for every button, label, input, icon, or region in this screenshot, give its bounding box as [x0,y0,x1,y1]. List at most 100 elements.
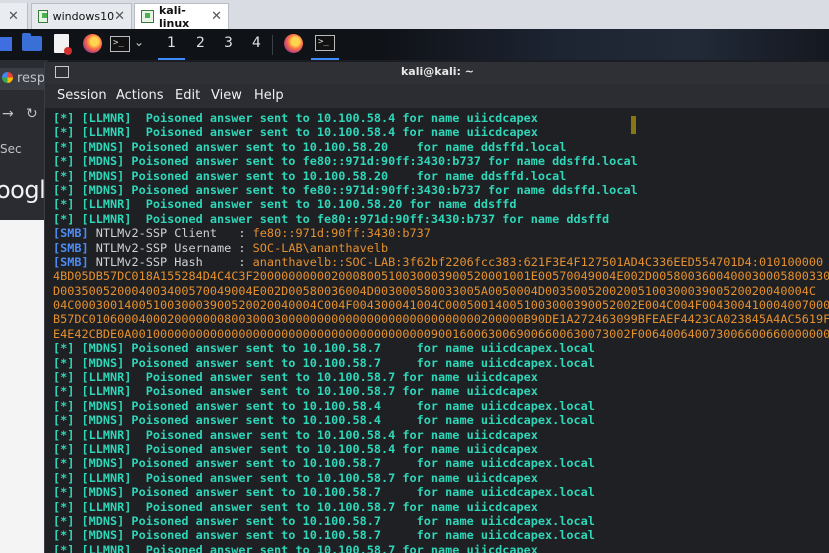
forward-icon[interactable]: → [2,106,14,122]
terminal-text-segment: [*] [LLMNR] Poisoned answer sent to 10.1… [53,125,538,140]
text-editor-icon[interactable] [54,34,72,55]
terminal-line: [SMB] NTLMv2-SSP Client : fe80::971d:90f… [53,226,829,240]
terminal-line: [*] [MDNS] Poisoned answer sent to 10.10… [53,356,829,370]
terminal-text-segment: [*] [LLMNR] Poisoned answer sent to 10.1… [53,370,538,385]
terminal-text-segment: [*] [LLMNR] Poisoned answer sent to 10.1… [53,542,538,553]
terminal-text-segment: ananthavelb::SOC-LAB:3f62bf2206fcc383:62… [252,254,824,269]
terminal-text-segment: [SMB] [53,254,89,269]
panel-wallpaper [380,29,829,60]
terminal-line: [*] [LLMNR] Poisoned answer sent to 10.1… [53,384,829,398]
browser-tab[interactable]: resp [0,68,48,90]
terminal-text-segment: [*] [MDNS] Poisoned answer sent to 10.10… [53,513,595,528]
terminal-line: [*] [LLMNR] Poisoned answer sent to 10.1… [53,442,829,456]
file-manager-icon[interactable] [22,33,42,51]
address-bar-text[interactable]: Sec [0,142,22,156]
terminal-line: E4E42CBDE0A00100000000000000000000000000… [53,327,829,341]
terminal-window[interactable]: kali@kali: ~ Session Actions Edit View H… [44,62,829,553]
browser-tab-label: resp [17,71,46,86]
terminal-line: [*] [MDNS] Poisoned answer sent to 10.10… [53,413,829,427]
reload-icon[interactable]: ↻ [26,106,38,122]
terminal-text-segment: [*] [MDNS] Poisoned answer sent to 10.10… [53,139,567,154]
terminal-text-segment: [*] [LLMNR] Poisoned answer sent to 10.1… [53,441,538,456]
terminal-line: [*] [LLMNR] Poisoned answer sent to 10.1… [53,543,829,553]
background-browser-window[interactable]: resp → ↻ Sec oogle [0,60,60,553]
terminal-line: [*] [MDNS] Poisoned answer sent to 10.10… [53,456,829,470]
vm-tab-label: kali-linux [158,3,190,30]
terminal-line: [*] [MDNS] Poisoned answer sent to 10.10… [53,514,829,528]
vm-tab-previous[interactable]: ✕ [0,3,28,29]
terminal-line: [*] [MDNS] Poisoned answer sent to 10.10… [53,399,829,413]
terminal-text-segment: [*] [MDNS] Poisoned answer sent to 10.10… [53,528,595,543]
terminal-text-segment: [*] [MDNS] Poisoned answer sent to fe80:… [53,154,638,169]
terminal-text-segment: D003500520004003400570049004E002D0058003… [53,283,816,298]
browser-content [0,220,48,553]
menu-session[interactable]: Session [57,88,107,103]
menu-edit[interactable]: Edit [175,88,200,103]
close-icon[interactable]: ✕ [8,9,19,24]
terminal-line: [*] [LLMNR] Poisoned answer sent to 10.1… [53,111,829,125]
show-desktop-icon[interactable] [0,37,12,51]
terminal-text-segment: NTLMv2-SSP Hash : [88,254,253,269]
terminal-line: [*] [LLMNR] Poisoned answer sent to 10.1… [53,471,829,485]
terminal-line: [*] [MDNS] Poisoned answer sent to 10.10… [53,341,829,355]
firefox-icon[interactable] [83,34,102,53]
terminal-text-segment: NTLMv2-SSP Client : [88,226,253,241]
terminal-text-segment: SOC-LAB\ananthavelb [252,240,389,255]
vm-tab-windows10[interactable]: windows10 ✕ [31,3,132,29]
terminal-text-segment: E4E42CBDE0A00100000000000000000000000000… [53,326,829,341]
terminal-text-segment: [*] [MDNS] Poisoned answer sent to 10.10… [53,398,595,413]
terminal-line: [*] [LLMNR] Poisoned answer sent to 10.1… [53,125,829,139]
workspace-1[interactable]: 1 [158,29,185,60]
terminal-text-segment: [*] [LLMNR] Poisoned answer sent to fe80… [53,211,610,226]
terminal-line: 04C0003001400510030003900520020040004C00… [53,298,829,312]
terminal-text-segment: [*] [LLMNR] Poisoned answer sent to 10.1… [53,384,538,399]
terminal-text-segment: fe80::971d:90ff:3430:b737 [252,226,431,241]
terminal-titlebar[interactable]: kali@kali: ~ [45,62,829,84]
terminal-text-segment: [SMB] [53,226,89,241]
terminal-line: [SMB] NTLMv2-SSP Hash : ananthavelb::SOC… [53,255,829,269]
terminal-line: [*] [MDNS] Poisoned answer sent to 10.10… [53,169,829,183]
terminal-icon[interactable]: >_ [110,36,130,52]
firefox-task-icon[interactable] [284,34,303,53]
terminal-text-segment: [*] [MDNS] Poisoned answer sent to 10.10… [53,485,595,500]
terminal-text-segment: NTLMv2-SSP Username : [88,240,253,255]
terminal-text-segment: 04C0003001400510030003900520020040004C00… [53,298,829,313]
terminal-text-segment: [*] [MDNS] Poisoned answer sent to 10.10… [53,413,595,428]
terminal-line: [SMB] NTLMv2-SSP Username : SOC-LAB\anan… [53,241,829,255]
terminal-text-segment: [*] [MDNS] Poisoned answer sent to fe80:… [53,182,638,197]
panel-separator [272,35,273,55]
workspace-4[interactable]: 4 [243,29,270,60]
vm-icon [38,10,48,23]
close-icon[interactable]: ✕ [211,9,222,24]
close-icon[interactable]: ✕ [114,9,125,24]
terminal-line: [*] [LLMNR] Poisoned answer sent to fe80… [53,212,829,226]
terminal-text-segment: [SMB] [53,240,89,255]
vm-tab-label: windows10 [52,10,115,23]
chrome-icon [2,72,13,83]
terminal-output[interactable]: [*] [LLMNR] Poisoned answer sent to 10.1… [53,111,829,553]
vm-icon [141,10,154,23]
terminal-text-segment: [*] [MDNS] Poisoned answer sent to 10.10… [53,355,595,370]
terminal-line: [*] [MDNS] Poisoned answer sent to 10.10… [53,140,829,154]
menu-view[interactable]: View [211,88,242,103]
workspace-3[interactable]: 3 [215,29,242,60]
terminal-line: [*] [MDNS] Poisoned answer sent to 10.10… [53,528,829,542]
terminal-line: D003500520004003400570049004E002D0058003… [53,284,829,298]
terminal-line: [*] [LLMNR] Poisoned answer sent to 10.1… [53,197,829,211]
terminal-text-segment: [*] [LLMNR] Poisoned answer sent to 10.1… [53,111,538,125]
terminal-line: [*] [LLMNR] Poisoned answer sent to 10.1… [53,370,829,384]
vm-tab-kali-linux[interactable]: kali-linux ✕ [134,3,229,30]
menu-actions[interactable]: Actions [116,88,164,103]
chevron-down-icon[interactable]: ⌄ [134,35,144,55]
terminal-task[interactable]: >_ [311,29,339,60]
terminal-line: [*] [MDNS] Poisoned answer sent to fe80:… [53,154,829,168]
terminal-text-segment: [*] [MDNS] Poisoned answer sent to 10.10… [53,456,595,471]
menu-help[interactable]: Help [254,88,284,103]
terminal-icon: >_ [315,35,335,51]
terminal-text-segment: [*] [LLMNR] Poisoned answer sent to 10.1… [53,499,538,514]
workspace-2[interactable]: 2 [187,29,214,60]
vm-tab-strip: ✕ windows10 ✕ kali-linux ✕ [0,0,829,30]
terminal-text-segment: [*] [MDNS] Poisoned answer sent to 10.10… [53,341,595,356]
terminal-text-segment: 4BD05DB57DC018A155284D4C4C3F200000000002… [53,269,829,284]
terminal-text-segment: [*] [LLMNR] Poisoned answer sent to 10.1… [53,197,517,212]
